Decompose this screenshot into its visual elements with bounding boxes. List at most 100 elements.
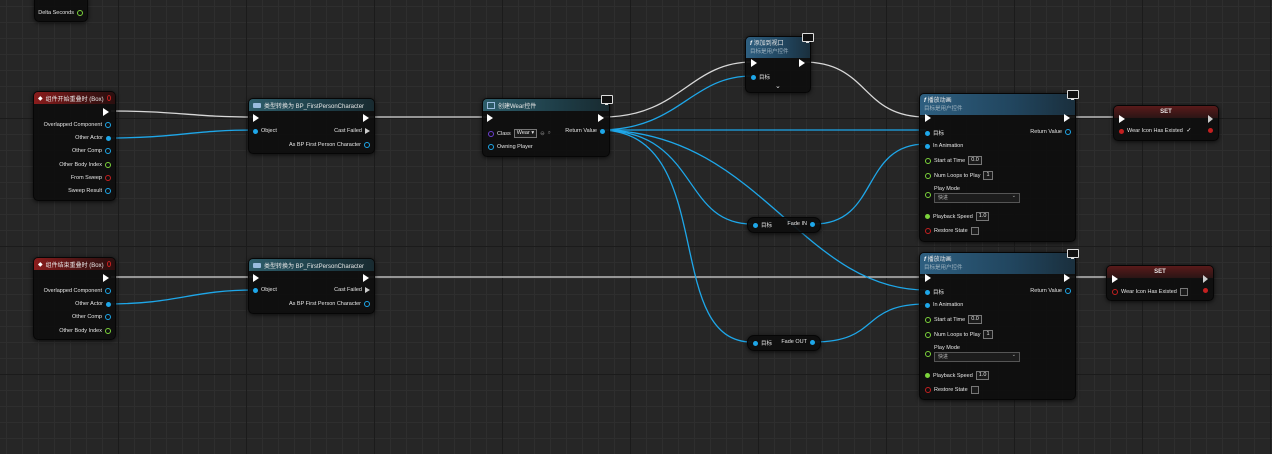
create-return-pin[interactable]: Return Value (565, 128, 605, 134)
cast-node-1[interactable]: 类型转换为 BP_FirstPersonCharacter Object Cas… (248, 98, 375, 154)
create-widget-node[interactable]: 创建Wear控件 Class Wear ▾ ⊖ ⌕ Return Value O… (482, 95, 613, 157)
play1-speed-pin[interactable]: Playback Speed 1.0 (925, 212, 990, 221)
play2-start-pin[interactable]: Start at Time 0.0 (925, 315, 982, 324)
play-mode-dropdown[interactable]: 快进 ⌄ (934, 352, 1020, 362)
set2-exec-in[interactable] (1112, 275, 1118, 283)
start-time-input[interactable]: 0.0 (968, 315, 982, 324)
create-owning-player-pin[interactable]: Owning Player (488, 144, 533, 150)
playback-speed-input[interactable]: 1.0 (975, 371, 990, 380)
class-select[interactable]: Wear ▾ (513, 129, 538, 138)
delegate-pin-icon[interactable] (106, 95, 111, 101)
fade-in-variable-node[interactable]: 目标 Fade IN (747, 217, 821, 233)
bool-pin-icon (105, 175, 111, 181)
end-pin-other-body-index[interactable]: Other Body Index (59, 328, 111, 334)
play1-mode-pin[interactable]: Play Mode 快进 ⌄ (925, 186, 1020, 203)
begin-pin-sweep-result[interactable]: Sweep Result (68, 188, 111, 194)
set2-out-pin[interactable] (1203, 288, 1208, 293)
end-pin-other-actor[interactable]: Other Actor (75, 301, 111, 307)
play2-restore-pin[interactable]: Restore State (925, 386, 979, 394)
end-pin-overlapped-component[interactable]: Overlapped Component (44, 288, 111, 294)
begin-pin-other-actor[interactable]: Other Actor (75, 135, 111, 141)
set-node-1[interactable]: SET Wear Icon Has Existed ✓ (1113, 105, 1219, 141)
create-class-pin[interactable]: Class Wear ▾ ⊖ ⌕ (488, 129, 551, 138)
set1-var-pin[interactable]: Wear Icon Has Existed ✓ (1119, 128, 1192, 134)
play2-return-pin[interactable]: Return Value (1030, 288, 1071, 294)
play2-exec-in[interactable] (925, 274, 931, 282)
num-loops-input[interactable]: 1 (983, 330, 993, 339)
play1-restore-pin[interactable]: Restore State (925, 227, 979, 235)
use-selected-icon[interactable]: ⊖ (540, 131, 545, 137)
begin-exec-out[interactable] (103, 108, 109, 116)
play2-target-pin[interactable]: 目标 (925, 288, 944, 296)
cast1-exec-out[interactable] (363, 114, 369, 122)
play2-exec-out[interactable] (1064, 274, 1070, 282)
cast1-failed-pin[interactable]: Cast Failed (334, 128, 370, 134)
exec-out-icon (1064, 274, 1070, 282)
browse-icon[interactable]: ⌕ (548, 130, 551, 137)
play1-exec-out[interactable] (1064, 114, 1070, 122)
begin-pin-overlapped-component[interactable]: Overlapped Component (44, 122, 111, 128)
play2-loops-pin[interactable]: Num Loops to Play 1 (925, 330, 993, 339)
delta-seconds-node[interactable]: Delta Seconds (34, 0, 88, 22)
play1-exec-in[interactable] (925, 114, 931, 122)
cast2-failed-pin[interactable]: Cast Failed (334, 287, 370, 293)
add-to-viewport-node[interactable]: f 添加到视口 目标是用户控件 目标 ⌄ (745, 33, 814, 93)
cast1-exec-in[interactable] (253, 114, 259, 122)
play1-target-pin[interactable]: 目标 (925, 129, 944, 137)
cast1-as-pin[interactable]: As BP First Person Character (289, 142, 370, 148)
cast2-exec-out[interactable] (363, 274, 369, 282)
monitor-icon (1067, 90, 1079, 100)
cast2-exec-in[interactable] (253, 274, 259, 282)
create-exec-in[interactable] (487, 114, 493, 122)
end-pin-other-comp[interactable]: Other Comp (72, 314, 111, 320)
restore-state-checkbox[interactable] (970, 227, 979, 235)
create-exec-out[interactable] (598, 114, 604, 122)
cast1-object-pin[interactable]: Object (253, 128, 277, 134)
play-animation-node-2[interactable]: f 播放动画 目标是用户控件 目标 Return Value In Animat… (919, 249, 1079, 400)
set1-exec-out[interactable] (1208, 115, 1213, 123)
begin-pin-from-sweep[interactable]: From Sweep (71, 175, 111, 181)
begin-overlap-event-node[interactable]: ◆ 组件开始重叠时 (Box) Overlapped Component Oth… (33, 91, 116, 201)
play2-inanim-pin[interactable]: In Animation (925, 302, 963, 308)
end-overlap-event-node[interactable]: ◆ 组件结束重叠时 (Box) Overlapped Component Oth… (33, 257, 116, 340)
cast-node-2[interactable]: 类型转换为 BP_FirstPersonCharacter Object Cas… (248, 258, 375, 314)
start-time-input[interactable]: 0.0 (968, 156, 982, 165)
play2-mode-pin[interactable]: Play Mode 快进 ⌄ (925, 345, 1020, 362)
fadein-out-pin[interactable]: Fade IN (787, 221, 815, 227)
wear-icon-checkbox[interactable]: ✓ (1186, 128, 1192, 134)
begin-pin-other-comp[interactable]: Other Comp (72, 148, 111, 154)
cast2-object-pin[interactable]: Object (253, 287, 277, 293)
delegate-pin-icon[interactable] (106, 261, 111, 267)
play1-return-pin[interactable]: Return Value (1030, 129, 1071, 135)
set2-exec-out[interactable] (1203, 275, 1208, 283)
set2-var-pin[interactable]: Wear Icon Has Existed (1112, 288, 1188, 296)
addvp-exec-in[interactable] (751, 59, 757, 67)
expand-chevron-icon[interactable]: ⌄ (775, 82, 781, 90)
addvp-target-pin[interactable]: 目标 (751, 73, 770, 81)
play2-speed-pin[interactable]: Playback Speed 1.0 (925, 371, 990, 380)
set-node-2[interactable]: SET Wear Icon Has Existed (1106, 265, 1214, 301)
play1-start-pin[interactable]: Start at Time 0.0 (925, 156, 982, 165)
begin-pin-other-body-index[interactable]: Other Body Index (59, 162, 111, 168)
set1-exec-in[interactable] (1119, 115, 1125, 123)
num-loops-input[interactable]: 1 (983, 171, 993, 180)
play-mode-dropdown[interactable]: 快进 ⌄ (934, 193, 1020, 203)
fadeout-out-pin[interactable]: Fade OUT (781, 339, 815, 345)
playback-speed-input[interactable]: 1.0 (975, 212, 990, 221)
end-exec-out[interactable] (103, 274, 109, 282)
set1-out-pin[interactable] (1208, 128, 1213, 133)
play1-loops-pin[interactable]: Num Loops to Play 1 (925, 171, 993, 180)
play-animation-node-1[interactable]: f 播放动画 目标是用户控件 目标 Return Value In Animat… (919, 90, 1079, 242)
check-icon: ✓ (1186, 128, 1192, 134)
obj-wire-ret-fadein (598, 129, 753, 225)
restore-state-checkbox[interactable] (970, 386, 979, 394)
delta-seconds-pin[interactable]: Delta Seconds (38, 10, 83, 16)
fadeout-target-pin[interactable]: 目标 (753, 339, 772, 347)
fadein-target-pin[interactable]: 目标 (753, 221, 772, 229)
addvp-exec-out[interactable] (799, 59, 805, 67)
cast2-as-pin[interactable]: As BP First Person Character (289, 301, 370, 307)
fade-out-variable-node[interactable]: 目标 Fade OUT (747, 335, 821, 351)
object-pin-icon (1065, 129, 1071, 135)
play1-inanim-pin[interactable]: In Animation (925, 143, 963, 149)
wear-icon-checkbox[interactable] (1179, 288, 1188, 296)
